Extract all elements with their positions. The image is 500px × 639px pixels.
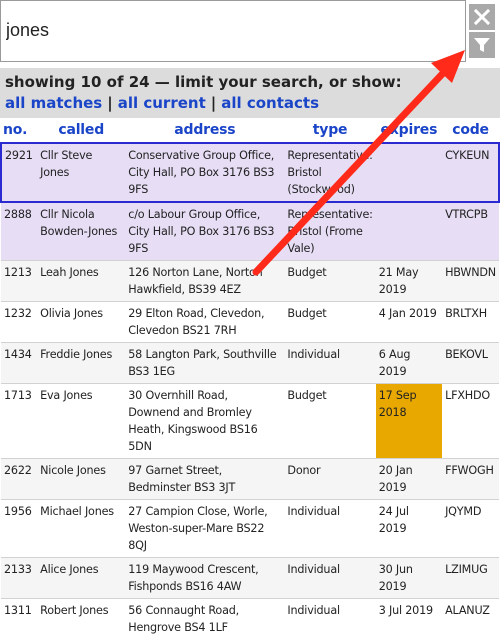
- table-row[interactable]: 2921 Cllr Steve Jones Conservative Group…: [1, 143, 499, 202]
- cell-no: 2921: [1, 143, 37, 202]
- table-row[interactable]: 2622 Nicole Jones 97 Garnet Street, Bedm…: [1, 459, 499, 500]
- cell-called: Cllr Nicola Bowden-Jones: [37, 202, 125, 261]
- cell-expires: 21 May 2019: [376, 261, 442, 302]
- cell-expires: 30 Jun 2019: [376, 558, 442, 599]
- cell-no: 2888: [1, 202, 37, 261]
- cell-address: 119 Maywood Crescent, Fishponds BS16 4AW: [125, 558, 284, 599]
- cell-expires: 20 Jan 2019: [376, 459, 442, 500]
- cell-no: 2133: [1, 558, 37, 599]
- table-header-row: no. called address type expires code: [1, 118, 499, 143]
- cell-type: Individual: [284, 558, 375, 599]
- cell-type: Individual: [284, 599, 375, 639]
- table-row[interactable]: 1213 Leah Jones 126 Norton Lane, Norton …: [1, 261, 499, 302]
- results-table: no. called address type expires code 292…: [0, 118, 500, 639]
- cell-no: 1956: [1, 500, 37, 558]
- cell-expires: 6 Aug 2019: [376, 343, 442, 384]
- cell-type: Donor: [284, 459, 375, 500]
- cell-address: 30 Overnhill Road, Downend and Bromley H…: [125, 384, 284, 459]
- cell-type: Budget: [284, 384, 375, 459]
- all-matches-link[interactable]: all matches: [5, 94, 102, 112]
- cell-address: 56 Connaught Road, Hengrove BS4 1LF: [125, 599, 284, 639]
- cell-type: Budget: [284, 302, 375, 343]
- cell-expires: [376, 143, 442, 202]
- cell-code: LFXHDO: [442, 384, 499, 459]
- cell-called: Nicole Jones: [37, 459, 125, 500]
- table-row[interactable]: 2888 Cllr Nicola Bowden-Jones c/o Labour…: [1, 202, 499, 261]
- cell-type: Individual: [284, 343, 375, 384]
- all-contacts-link[interactable]: all contacts: [221, 94, 319, 112]
- column-header-expires[interactable]: expires: [376, 118, 442, 143]
- table-row[interactable]: 1713 Eva Jones 30 Overnhill Road, Downen…: [1, 384, 499, 459]
- cell-called: Leah Jones: [37, 261, 125, 302]
- cell-code: HBWNDN: [442, 261, 499, 302]
- cell-no: 1434: [1, 343, 37, 384]
- cell-no: 1232: [1, 302, 37, 343]
- cell-no: 1713: [1, 384, 37, 459]
- column-header-type[interactable]: type: [284, 118, 375, 143]
- cell-address: 58 Langton Park, Southville BS3 1EG: [125, 343, 284, 384]
- column-header-called[interactable]: called: [37, 118, 125, 143]
- cell-called: Michael Jones: [37, 500, 125, 558]
- cell-code: ALANUZ: [442, 599, 499, 639]
- link-separator: |: [102, 94, 117, 112]
- cell-called: Freddie Jones: [37, 343, 125, 384]
- cell-code: LZIMUG: [442, 558, 499, 599]
- results-summary: showing 10 of 24 — limit your search, or…: [5, 73, 402, 91]
- cell-code: VTRCPB: [442, 202, 499, 261]
- column-header-code[interactable]: code: [442, 118, 499, 143]
- cell-code: JQYMD: [442, 500, 499, 558]
- cell-called: Olivia Jones: [37, 302, 125, 343]
- cell-address: Conservative Group Office, City Hall, PO…: [125, 143, 284, 202]
- cell-code: BRLTXH: [442, 302, 499, 343]
- cell-type: Representative: Bristol (Stockwood): [284, 143, 375, 202]
- link-separator: |: [206, 94, 221, 112]
- table-row[interactable]: 1311 Robert Jones 56 Connaught Road, Hen…: [1, 599, 499, 639]
- cell-called: Alice Jones: [37, 558, 125, 599]
- filter-button[interactable]: [469, 32, 495, 58]
- cell-no: 2622: [1, 459, 37, 500]
- cell-address: c/o Labour Group Office, City Hall, PO B…: [125, 202, 284, 261]
- cell-address: 126 Norton Lane, Norton Hawkfield, BS39 …: [125, 261, 284, 302]
- cell-called: Eva Jones: [37, 384, 125, 459]
- table-row[interactable]: 1434 Freddie Jones 58 Langton Park, Sout…: [1, 343, 499, 384]
- column-header-address[interactable]: address: [125, 118, 284, 143]
- cell-called: Cllr Steve Jones: [37, 143, 125, 202]
- results-header: showing 10 of 24 — limit your search, or…: [0, 68, 500, 118]
- cell-type: Representative: Bristol (Frome Vale): [284, 202, 375, 261]
- cell-no: 1213: [1, 261, 37, 302]
- cell-expires: 24 Jul 2019: [376, 500, 442, 558]
- column-header-no[interactable]: no.: [1, 118, 37, 143]
- cell-code: FFWOGH: [442, 459, 499, 500]
- cell-address: 29 Elton Road, Clevedon, Clevedon BS21 7…: [125, 302, 284, 343]
- close-button[interactable]: [469, 4, 495, 30]
- filter-icon: [473, 36, 491, 54]
- search-box[interactable]: [0, 0, 466, 62]
- table-row[interactable]: 1956 Michael Jones 27 Campion Close, Wor…: [1, 500, 499, 558]
- cell-address: 97 Garnet Street, Bedminster BS3 3JT: [125, 459, 284, 500]
- cell-expires: 3 Jul 2019: [376, 599, 442, 639]
- cell-type: Individual: [284, 500, 375, 558]
- cell-code: CYKEUN: [442, 143, 499, 202]
- cell-code: BEKOVL: [442, 343, 499, 384]
- search-input[interactable]: [6, 20, 446, 41]
- table-row[interactable]: 2133 Alice Jones 119 Maywood Crescent, F…: [1, 558, 499, 599]
- cell-no: 1311: [1, 599, 37, 639]
- all-current-link[interactable]: all current: [118, 94, 206, 112]
- cell-address: 27 Campion Close, Worle, Weston-super-Ma…: [125, 500, 284, 558]
- cell-expires: 4 Jan 2019: [376, 302, 442, 343]
- show-links: all matches|all current|all contacts: [5, 94, 319, 112]
- cell-expires: [376, 202, 442, 261]
- table-row[interactable]: 1232 Olivia Jones 29 Elton Road, Clevedo…: [1, 302, 499, 343]
- close-icon: [474, 9, 490, 25]
- cell-called: Robert Jones: [37, 599, 125, 639]
- cell-type: Budget: [284, 261, 375, 302]
- cell-expires-overdue: 17 Sep 2018: [376, 384, 442, 459]
